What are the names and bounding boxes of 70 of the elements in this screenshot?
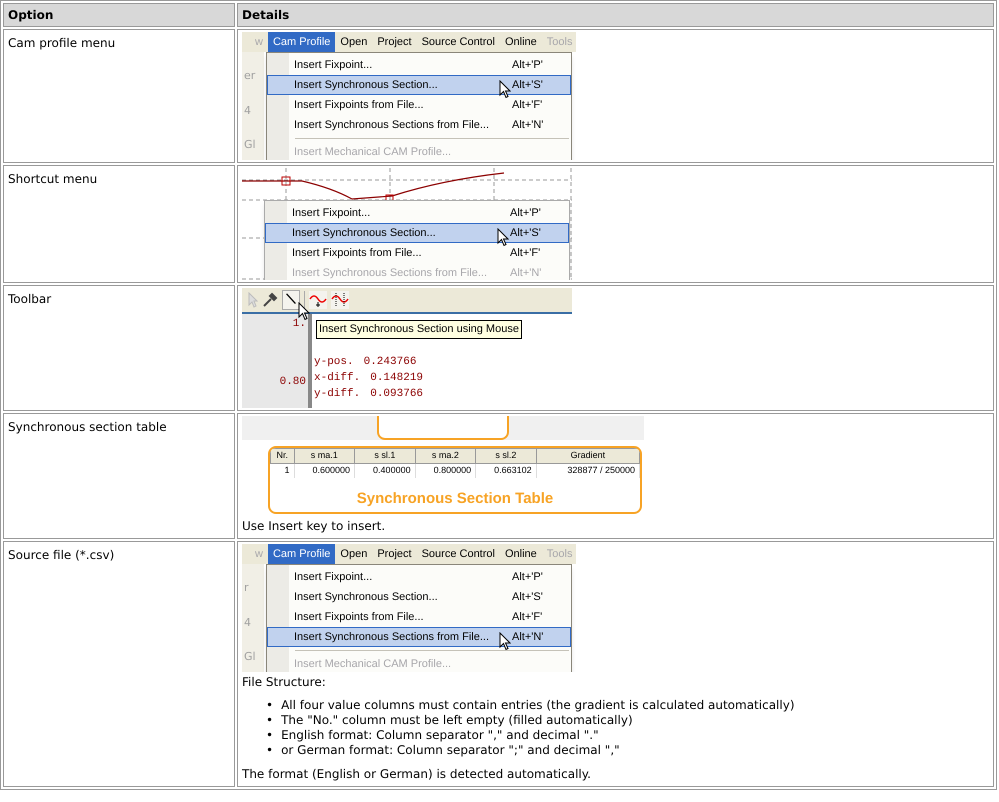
column-header[interactable]: Nr. [270,448,294,464]
table-cell: 0.663102 [476,464,536,478]
readout-label: y-diff. [314,387,360,402]
option-cell: Source file (*.csv) [3,541,235,787]
column-header[interactable]: s sl.1 [354,448,416,464]
paragraph: The format (English or German) is detected automatically. [242,766,592,782]
axis-label: 0.80 [280,374,306,390]
menubar-item[interactable]: Project [372,32,417,52]
column-header: Details [237,3,994,27]
menubar-item[interactable]: Source Control [416,32,500,52]
wave-icon[interactable] [331,291,349,309]
background-text: er [244,68,256,84]
tooltip: Insert Synchronous Section using Mouse [316,320,522,338]
readout-value: 0.148219 [370,371,424,386]
bullet: • [266,713,274,728]
readout-label: y-pos. [314,355,354,370]
bullet: • [266,728,274,743]
menu-item[interactable]: Insert Synchronous Sections from File... Alt+'N' [267,115,571,135]
column-header[interactable]: Gradient [536,448,640,464]
readout-label: x-diff. [314,371,360,386]
menu-item[interactable]: Insert Fixpoint... Alt+'P' [267,55,571,75]
background-text: 4 [244,614,252,630]
wave-icon[interactable] [309,291,327,309]
menu-item[interactable]: Insert Fixpoints from File... Alt+'F' [267,607,571,627]
menubar-item[interactable]: Open [335,544,372,564]
line-tool-icon[interactable] [282,290,300,310]
cursor-icon [497,228,509,247]
bullet: • [266,743,274,758]
background-text: 4 [244,102,252,118]
background-text: r [244,580,250,596]
cursor-icon [499,80,511,99]
list-item: All four value columns must contain entries (the gradient is calculated automatically) [281,698,794,713]
menu-item[interactable]: Insert Fixpoint... Alt+'P' [267,567,571,587]
menu-item[interactable]: Insert Fixpoints from File... Alt+'F' [265,243,569,263]
table-cell: 0.800000 [415,464,476,478]
menubar-item[interactable]: Source Control [416,544,500,564]
bullet: • [266,698,274,713]
readout-value: 0.093766 [370,387,424,402]
axis-label: 1. [292,317,306,332]
column-header[interactable]: s sl.2 [476,448,536,464]
column-header[interactable]: s ma.2 [415,448,476,464]
menu-item[interactable]: Insert Synchronous Section... Alt+'S' [267,587,571,607]
option-cell: Synchronous section table [3,413,235,539]
column-header[interactable]: s ma.1 [294,448,355,464]
table-cell: 1 [270,464,294,478]
readout-value: 0.243766 [364,355,416,370]
menubar-item[interactable]: Online [500,544,542,564]
cursor-icon [499,632,511,651]
menubar-item[interactable]: Cam Profile [268,544,336,564]
menubar-item[interactable]: Project [372,544,417,564]
menubar-item[interactable]: Online [500,32,542,52]
table-cell: 328877 / 250000 [536,464,640,478]
background-text: Gl [244,137,257,153]
option-cell: Cam profile menu [3,29,235,163]
background-text: Gl [244,649,257,665]
column-header: Option [3,3,235,27]
list-item: or German format: Column separator ";" and decimal "," [281,743,620,758]
option-cell: Shortcut menu [3,165,235,283]
menu-item[interactable]: Insert Fixpoint... Alt+'P' [265,203,569,223]
table-cell: 0.400000 [354,464,416,478]
list-item: English format: Column separator "," and decimal "." [281,728,599,743]
list-item: The "No." column must be left empty (filled automatically) [281,713,633,728]
table-caption: Synchronous Section Table [356,488,554,508]
menubar-item[interactable]: Open [335,32,372,52]
menubar-item[interactable]: Cam Profile [268,32,336,52]
table-cell: 0.600000 [294,464,355,478]
option-cell: Toolbar [3,285,235,411]
paragraph: Use Insert key to insert. [242,518,386,534]
paragraph: File Structure: [242,674,327,690]
menu-item[interactable]: Insert Fixpoints from File... Alt+'F' [267,95,571,115]
